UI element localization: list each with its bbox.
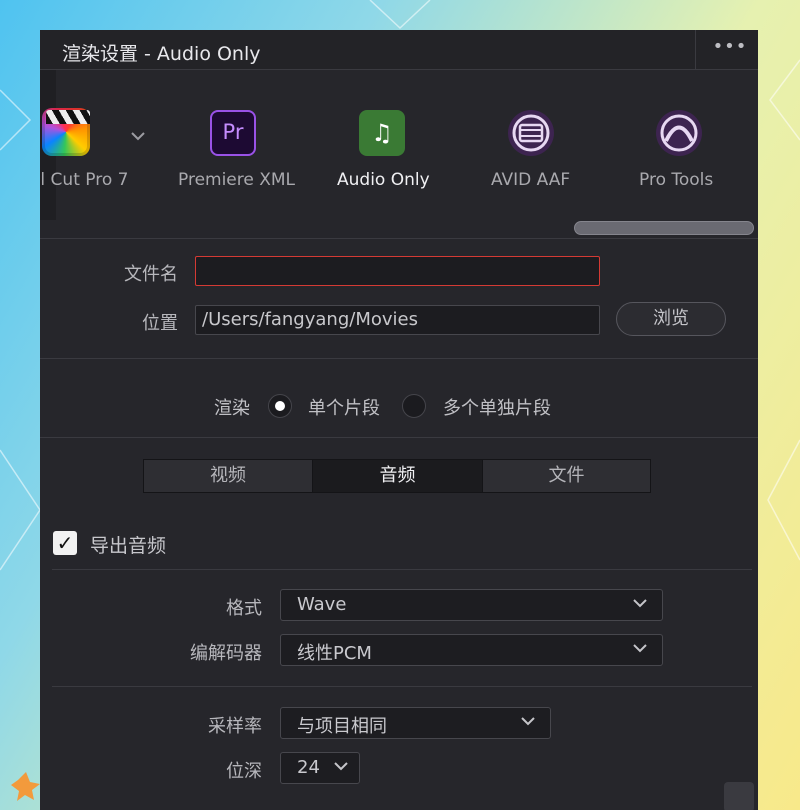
avid-icon (508, 110, 554, 156)
premiere-icon: Pr (210, 110, 256, 156)
preset-pro-tools[interactable]: Pro Tools (630, 70, 730, 230)
export-audio-label: 导出音频 (90, 535, 167, 557)
export-audio-checkbox[interactable]: ✓ (53, 531, 77, 555)
render-label: 渲染 (214, 398, 250, 419)
radio-single-clip[interactable] (268, 394, 292, 418)
more-options-button[interactable]: ••• (708, 36, 752, 64)
music-note-icon: ♫ (359, 110, 405, 156)
title-divider (695, 30, 696, 70)
codec-value: 线性PCM (297, 643, 372, 664)
preset-audio-only[interactable]: ♫ Audio Only (332, 70, 442, 230)
preset-scrollbar[interactable] (574, 221, 754, 235)
pro-tools-icon (656, 110, 702, 156)
title-bar: 渲染设置 - Audio Only ••• (40, 30, 758, 70)
clapper-icon (46, 110, 90, 124)
bit-depth-select[interactable]: 24 (280, 752, 360, 784)
divider (52, 686, 752, 687)
tab-file[interactable]: 文件 (483, 460, 650, 492)
browse-button[interactable]: 浏览 (616, 302, 726, 336)
preset-label: Premiere XML (178, 170, 296, 190)
divider (40, 437, 758, 438)
chevron-down-icon (333, 756, 349, 780)
chevron-down-icon (520, 711, 536, 735)
chevron-down-icon (632, 638, 648, 662)
preset-final-cut-pro-7[interactable]: al Cut Pro 7 (40, 70, 150, 230)
render-mode-row: 渲染 单个片段 多个单独片段 (40, 392, 758, 422)
chevron-down-icon (632, 593, 648, 617)
location-input[interactable]: /Users/fangyang/Movies (195, 305, 600, 335)
tab-audio[interactable]: 音频 (313, 460, 482, 492)
chevron-down-icon[interactable] (130, 126, 146, 147)
filename-label: 文件名 (124, 264, 178, 285)
format-value: Wave (297, 594, 347, 615)
radio-multiple-clips[interactable] (402, 394, 426, 418)
sample-rate-value: 与项目相同 (297, 716, 387, 737)
divider (52, 569, 752, 570)
preset-avid-aaf[interactable]: AVID AAF (486, 70, 586, 230)
filename-input[interactable] (195, 256, 600, 286)
preset-label: AVID AAF (491, 170, 571, 190)
divider (40, 238, 758, 239)
settings-tabs: 视频 音频 文件 (143, 459, 651, 493)
codec-label: 编解码器 (190, 643, 262, 664)
bit-depth-value: 24 (297, 757, 320, 778)
bit-depth-label: 位深 (226, 761, 262, 782)
location-label: 位置 (142, 313, 178, 334)
preset-premiere-xml[interactable]: Pr Premiere XML (174, 70, 296, 230)
window-title: 渲染设置 - Audio Only (62, 43, 261, 65)
preset-label: Pro Tools (639, 170, 714, 190)
render-settings-panel: 渲染设置 - Audio Only ••• al Cut Pro 7 Pr Pr… (40, 30, 758, 810)
codec-select[interactable]: 线性PCM (280, 634, 663, 666)
format-label: 格式 (226, 598, 262, 619)
sample-rate-select[interactable]: 与项目相同 (280, 707, 551, 739)
final-cut-pro-icon (42, 108, 90, 156)
format-select[interactable]: Wave (280, 589, 663, 621)
preset-label: al Cut Pro 7 (40, 170, 129, 190)
preset-label: Audio Only (337, 170, 430, 190)
preset-carousel: al Cut Pro 7 Pr Premiere XML ♫ Audio Onl… (40, 70, 758, 238)
sample-rate-label: 采样率 (208, 716, 262, 737)
tab-video[interactable]: 视频 (144, 460, 312, 492)
radio-single-clip-label[interactable]: 单个片段 (308, 394, 380, 420)
radio-multiple-clips-label[interactable]: 多个单独片段 (443, 394, 551, 420)
scroll-corner (724, 782, 754, 810)
divider (40, 358, 758, 359)
